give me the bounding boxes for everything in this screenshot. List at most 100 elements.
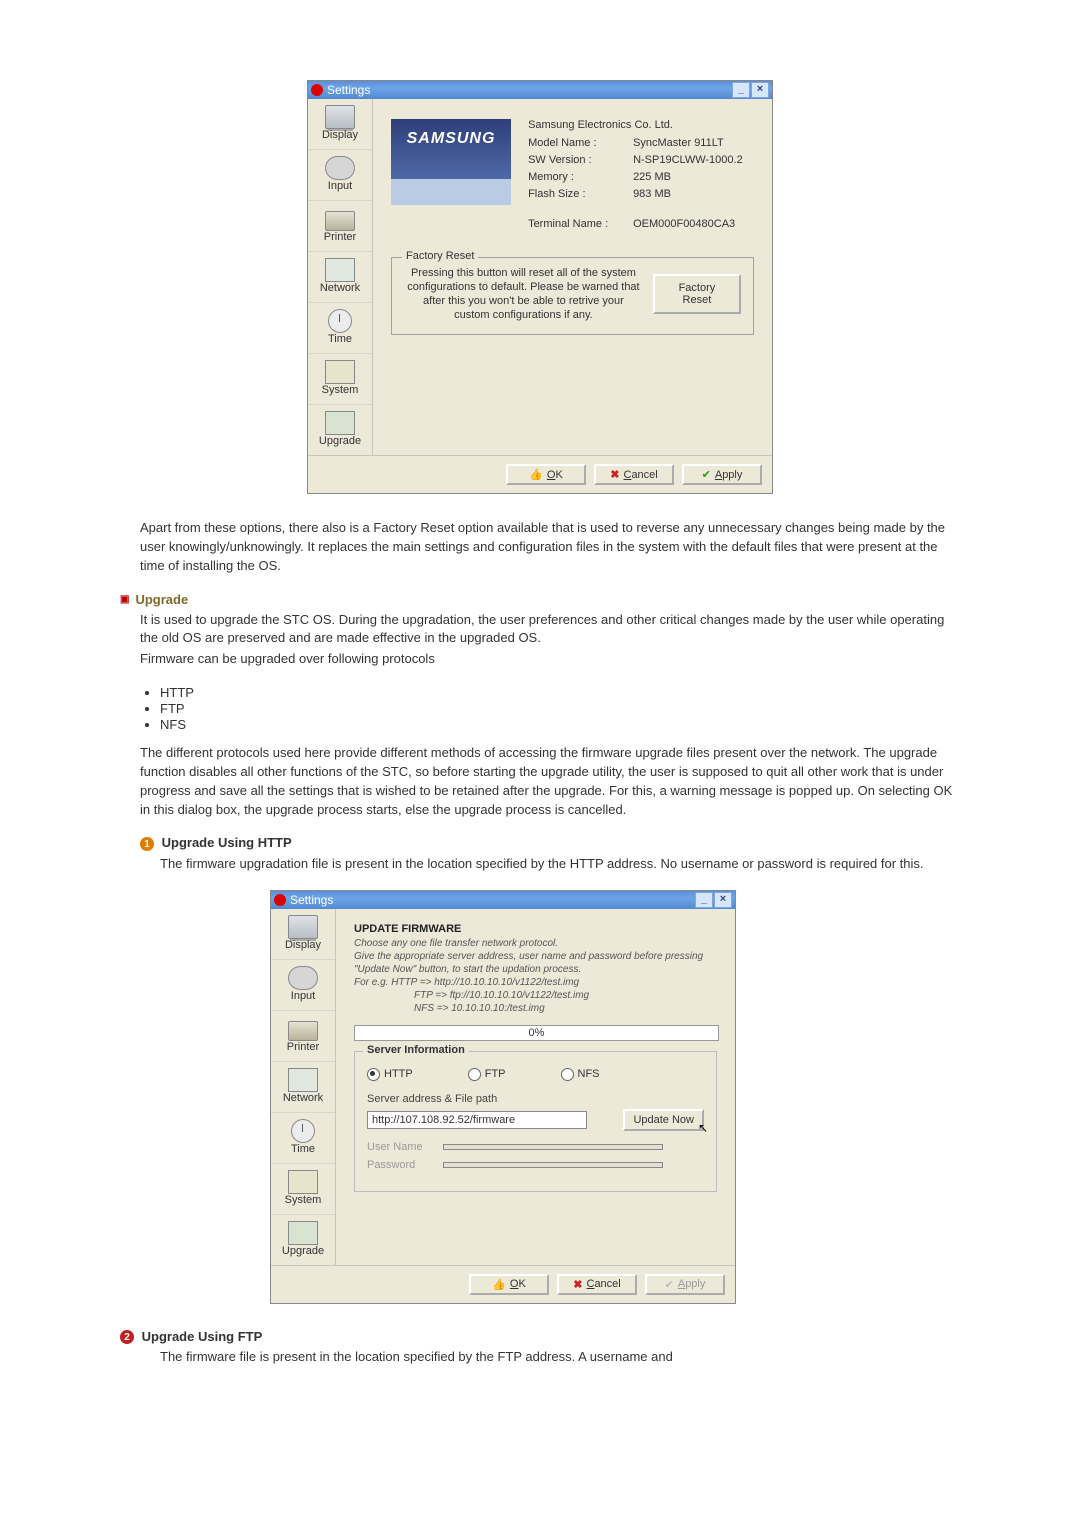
server-info-legend: Server Information xyxy=(363,1044,469,1056)
flash-value: 983 MB xyxy=(633,188,671,200)
sidebar-item-network[interactable]: Network xyxy=(271,1062,335,1113)
protocol-list: HTTP FTP NFS xyxy=(160,685,960,732)
protocol-http: HTTP xyxy=(160,685,960,700)
minimize-button[interactable]: _ xyxy=(732,82,750,98)
ftp-upgrade-desc: The firmware file is present in the loca… xyxy=(160,1348,960,1367)
model-label: Model Name : xyxy=(528,137,633,149)
factory-reset-button[interactable]: Factory Reset xyxy=(653,274,741,314)
system-icon xyxy=(325,360,355,384)
close-icon: ✖ xyxy=(610,468,619,481)
close-button[interactable]: × xyxy=(714,892,732,908)
protocol-nfs: NFS xyxy=(160,717,960,732)
radio-ftp[interactable]: FTP xyxy=(468,1068,506,1081)
flash-label: Flash Size : xyxy=(528,188,633,200)
sidebar-item-upgrade[interactable]: Upgrade xyxy=(271,1215,335,1265)
ok-button[interactable]: 👍 OK xyxy=(506,464,586,485)
sidebar-item-printer[interactable]: Printer xyxy=(308,201,372,252)
sidebar-item-input[interactable]: Input xyxy=(271,960,335,1011)
server-info-groupbox: Server Information HTTP FTP NFS xyxy=(354,1051,717,1192)
password-label: Password xyxy=(367,1159,437,1171)
apply-button[interactable]: ✔ Apply xyxy=(682,464,762,485)
sidebar-item-system[interactable]: System xyxy=(271,1164,335,1215)
cursor-icon: ↖ xyxy=(698,1121,708,1135)
radio-dot-icon xyxy=(367,1068,380,1081)
dialog-title: Settings xyxy=(290,893,333,907)
sidebar-item-printer[interactable]: Printer xyxy=(271,1011,335,1062)
server-address-label: Server address & File path xyxy=(367,1093,704,1105)
protocol-ftp: FTP xyxy=(160,701,960,716)
radio-nfs[interactable]: NFS xyxy=(561,1068,600,1081)
minimize-button[interactable]: _ xyxy=(695,892,713,908)
network-icon xyxy=(325,258,355,282)
printer-icon xyxy=(325,211,355,231)
sidebar-item-upgrade[interactable]: Upgrade xyxy=(308,405,372,455)
display-icon xyxy=(288,915,318,939)
http-upgrade-title: Upgrade Using HTTP xyxy=(162,835,292,850)
settings-dialog-upgrade: Settings _ × Display Input Printer xyxy=(270,890,736,1304)
radio-dot-icon xyxy=(561,1068,574,1081)
update-firmware-desc: Choose any one file transfer network pro… xyxy=(354,937,717,1015)
settings-sidebar: Display Input Printer Network Time xyxy=(308,99,373,455)
update-firmware-heading: UPDATE FIRMWARE xyxy=(354,923,717,935)
thumbs-up-icon: 👍 xyxy=(529,468,543,481)
check-icon: ✔ xyxy=(702,468,711,481)
input-icon xyxy=(325,156,355,180)
factory-reset-groupbox: Factory Reset Pressing this button will … xyxy=(391,257,754,335)
cancel-button[interactable]: ✖ Cancel xyxy=(594,464,674,485)
update-now-button[interactable]: Update Now ↖ xyxy=(623,1109,704,1131)
ftp-upgrade-title: Upgrade Using FTP xyxy=(142,1329,263,1344)
check-icon: ✔ xyxy=(665,1278,674,1291)
sw-version-label: SW Version : xyxy=(528,154,633,166)
sidebar-item-display[interactable]: Display xyxy=(308,99,372,150)
clock-icon xyxy=(328,309,352,333)
sidebar-item-display[interactable]: Display xyxy=(271,909,335,960)
password-input xyxy=(443,1162,663,1168)
sidebar-item-network[interactable]: Network xyxy=(308,252,372,303)
network-icon xyxy=(288,1068,318,1092)
paragraph-factory-reset: Apart from these options, there also is … xyxy=(140,519,960,576)
memory-value: 225 MB xyxy=(633,171,671,183)
memory-label: Memory : xyxy=(528,171,633,183)
progress-bar: 0% xyxy=(354,1025,719,1041)
http-upgrade-desc: The firmware upgradation file is present… xyxy=(160,855,960,874)
brand-logo: SAMSUNG xyxy=(391,119,511,205)
display-icon xyxy=(325,105,355,129)
input-icon xyxy=(288,966,318,990)
sidebar-item-time[interactable]: Time xyxy=(271,1113,335,1164)
settings-dialog-system: Settings _ × Display Input Printer xyxy=(307,80,773,494)
radio-http[interactable]: HTTP xyxy=(367,1068,413,1081)
server-address-input[interactable]: http://107.108.92.52/firmware xyxy=(367,1111,587,1129)
close-icon: ✖ xyxy=(573,1278,582,1291)
paragraph-protocols-desc: The different protocols used here provid… xyxy=(140,744,960,819)
clock-icon xyxy=(291,1119,315,1143)
sidebar-item-input[interactable]: Input xyxy=(308,150,372,201)
progress-value: 0% xyxy=(529,1027,545,1039)
printer-icon xyxy=(288,1021,318,1041)
sw-version-value: N-SP19CLWW-1000.2 xyxy=(633,154,743,166)
sidebar-item-system[interactable]: System xyxy=(308,354,372,405)
factory-reset-desc: Pressing this button will reset all of t… xyxy=(404,266,643,322)
gear-icon xyxy=(274,894,286,906)
titlebar: Settings _ × xyxy=(308,81,772,99)
username-input xyxy=(443,1144,663,1150)
model-value: SyncMaster 911LT xyxy=(633,137,724,149)
terminal-label: Terminal Name : xyxy=(528,218,633,230)
paragraph-protocols-intro: Firmware can be upgraded over following … xyxy=(140,650,960,669)
arrow-icon: ▣ xyxy=(120,594,129,605)
system-info: Samsung Electronics Co. Ltd. Model Name … xyxy=(528,119,743,235)
cancel-button[interactable]: ✖ Cancel xyxy=(557,1274,637,1295)
company-name: Samsung Electronics Co. Ltd. xyxy=(528,119,743,131)
radio-dot-icon xyxy=(468,1068,481,1081)
dialog-title: Settings xyxy=(327,83,370,97)
terminal-value: OEM000F00480CA3 xyxy=(633,218,735,230)
thumbs-up-icon: 👍 xyxy=(492,1278,506,1291)
close-button[interactable]: × xyxy=(751,82,769,98)
titlebar: Settings _ × xyxy=(271,891,735,909)
ok-button[interactable]: 👍 OK xyxy=(469,1274,549,1295)
system-icon xyxy=(288,1170,318,1194)
gear-icon xyxy=(311,84,323,96)
apply-button-disabled: ✔ Apply xyxy=(645,1274,725,1295)
section-heading-upgrade: ▣ Upgrade xyxy=(120,592,960,607)
factory-reset-legend: Factory Reset xyxy=(402,250,478,262)
sidebar-item-time[interactable]: Time xyxy=(308,303,372,354)
